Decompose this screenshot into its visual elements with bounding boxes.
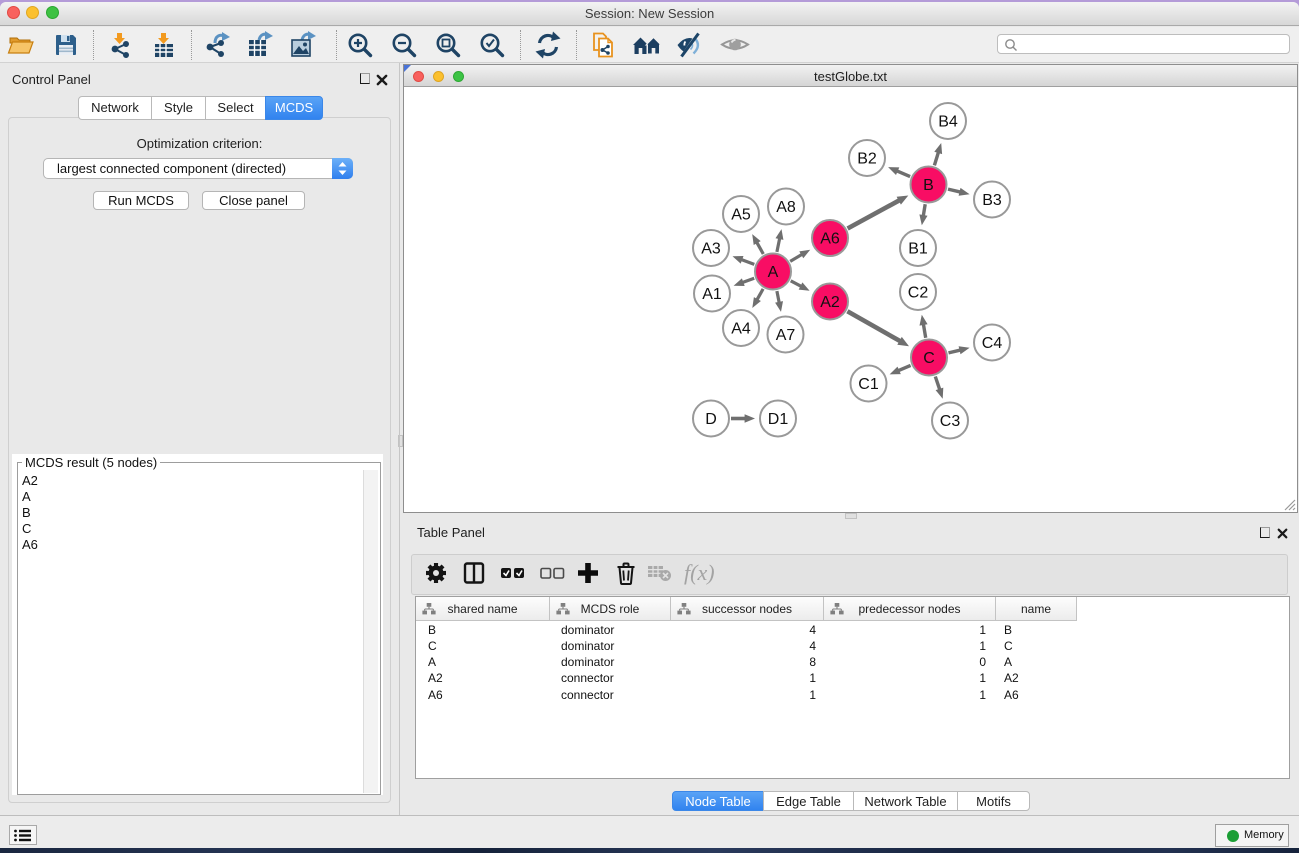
svg-text:B2: B2 [857,151,877,168]
svg-text:C4: C4 [982,335,1003,352]
svg-text:A6: A6 [820,231,840,248]
svg-text:C3: C3 [940,413,961,430]
svg-text:B1: B1 [908,241,928,258]
svg-text:A: A [768,264,779,281]
svg-text:C1: C1 [858,376,879,393]
svg-text:A7: A7 [776,327,796,344]
svg-text:B3: B3 [982,192,1002,209]
svg-text:A5: A5 [731,207,751,224]
svg-text:D1: D1 [768,411,789,428]
svg-text:B4: B4 [938,114,958,131]
svg-text:A8: A8 [776,199,796,216]
svg-text:A4: A4 [731,321,751,338]
svg-text:A1: A1 [702,286,722,303]
svg-text:D: D [705,411,717,428]
svg-text:A2: A2 [820,294,840,311]
svg-text:C2: C2 [908,285,929,302]
svg-text:A3: A3 [701,241,721,258]
svg-text:B: B [923,177,934,194]
svg-text:C: C [923,350,935,367]
